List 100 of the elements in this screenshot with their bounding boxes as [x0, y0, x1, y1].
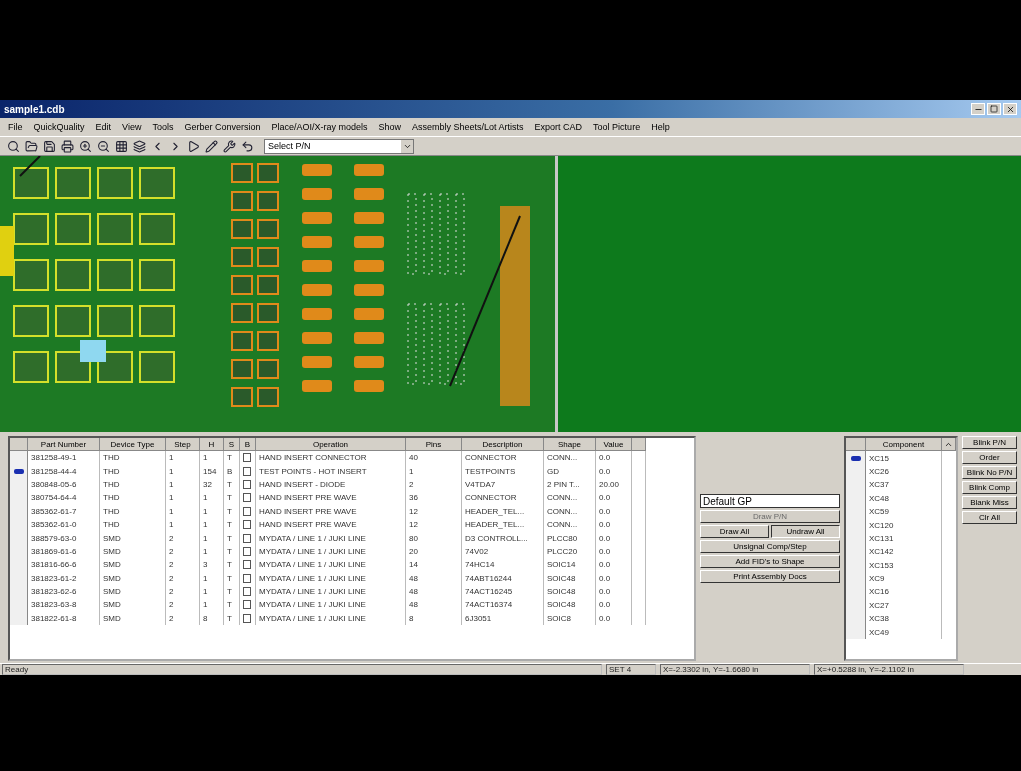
action-button[interactable]: Unsignal Comp/Step: [700, 540, 840, 553]
side-button[interactable]: Blink P/N: [962, 436, 1017, 449]
table-cell: 381816-66-6: [28, 558, 100, 572]
grid-icon[interactable]: [114, 138, 129, 154]
folder-icon[interactable]: [24, 138, 39, 154]
column-header[interactable]: Pins: [406, 438, 462, 451]
row-checkbox[interactable]: [243, 466, 251, 476]
table-cell: SMD: [100, 544, 166, 559]
row-checkbox[interactable]: [243, 587, 251, 597]
row-checkbox[interactable]: [243, 520, 251, 530]
part-number-dropdown[interactable]: Select P/N: [264, 138, 414, 154]
column-header[interactable]: Device Type: [100, 438, 166, 451]
draw-toggle-button[interactable]: Undraw All: [771, 525, 840, 538]
menu-item[interactable]: Tools: [152, 122, 174, 132]
component-item[interactable]: XC16: [866, 585, 942, 599]
row-checkbox[interactable]: [243, 479, 251, 489]
column-header[interactable]: Description: [462, 438, 544, 451]
row-checkbox[interactable]: [243, 613, 251, 623]
zoom-out-icon[interactable]: [96, 138, 111, 154]
menu-item[interactable]: Gerber Conversion: [184, 122, 261, 132]
component-item[interactable]: XC48: [866, 491, 942, 505]
table-cell: SOIC14: [544, 558, 596, 572]
side-button[interactable]: Blink No P/N: [962, 466, 1017, 479]
row-checkbox[interactable]: [243, 506, 251, 516]
table-cell: 381258-44-4: [28, 464, 100, 478]
column-header[interactable]: Component: [866, 438, 942, 451]
column-header[interactable]: B: [240, 438, 256, 451]
wrench-icon[interactable]: [222, 138, 237, 154]
menu-item[interactable]: Place/AOI/X-ray models: [271, 122, 368, 132]
side-button[interactable]: Clr All: [962, 511, 1017, 524]
menu-item[interactable]: QuickQuality: [33, 122, 85, 132]
table-cell: 36: [406, 491, 462, 505]
draw-toggle-button[interactable]: Draw All: [700, 525, 769, 538]
component-item[interactable]: XC153: [866, 558, 942, 572]
table-cell: 381823-61-2: [28, 571, 100, 585]
column-header[interactable]: H: [200, 438, 224, 451]
component-item[interactable]: XC9: [866, 571, 942, 586]
row-checkbox[interactable]: [243, 533, 251, 543]
component-item[interactable]: XC59: [866, 504, 942, 519]
column-header[interactable]: Operation: [256, 438, 406, 451]
component-item[interactable]: XC37: [866, 478, 942, 492]
side-button[interactable]: Blank Miss: [962, 496, 1017, 509]
close-button[interactable]: [1003, 103, 1017, 115]
component-item[interactable]: XC15: [866, 451, 942, 465]
menu-item[interactable]: File: [8, 122, 23, 132]
menu-item[interactable]: Export CAD: [534, 122, 583, 132]
menu-item[interactable]: Show: [378, 122, 402, 132]
table-cell: 1: [200, 451, 224, 465]
pencil-icon[interactable]: [204, 138, 219, 154]
row-checkbox[interactable]: [243, 493, 251, 503]
table-cell: 2: [166, 531, 200, 545]
row-checkbox[interactable]: [243, 600, 251, 610]
component-item[interactable]: XC26: [866, 464, 942, 479]
component-item[interactable]: XC49: [866, 625, 942, 639]
table-cell: 381822-61-8: [28, 611, 100, 626]
play-icon[interactable]: [186, 138, 201, 154]
menu-item[interactable]: View: [122, 122, 142, 132]
row-checkbox[interactable]: [243, 453, 251, 463]
table-cell: 80: [406, 531, 462, 545]
row-header[interactable]: [846, 451, 866, 465]
minimize-button[interactable]: [971, 103, 985, 115]
column-header[interactable]: Part Number: [28, 438, 100, 451]
table-cell: CONNECTOR: [462, 491, 544, 505]
column-header[interactable]: Shape: [544, 438, 596, 451]
component-item[interactable]: XC38: [866, 612, 942, 626]
maximize-icon: [990, 105, 998, 113]
column-header[interactable]: Value: [596, 438, 632, 451]
action-button[interactable]: Print Assembly Docs: [700, 570, 840, 583]
table-cell: B: [224, 464, 240, 478]
table-cell: 12: [406, 517, 462, 532]
menu-item[interactable]: Tool Picture: [593, 122, 641, 132]
table-cell: 0.0: [596, 531, 632, 545]
table-cell: 1: [200, 584, 224, 599]
component-item[interactable]: XC27: [866, 598, 942, 613]
current-row-arrow-icon: [850, 455, 861, 461]
row-checkbox[interactable]: [243, 573, 251, 583]
action-button[interactable]: Add FID's to Shape: [700, 555, 840, 568]
maximize-button[interactable]: [987, 103, 1001, 115]
layers-icon[interactable]: [132, 138, 147, 154]
component-item[interactable]: XC131: [866, 531, 942, 546]
side-button[interactable]: Blink Comp: [962, 481, 1017, 494]
row-checkbox[interactable]: [243, 560, 251, 570]
menu-item[interactable]: Assembly Sheets/Lot Artists: [412, 122, 524, 132]
side-button[interactable]: Order: [962, 451, 1017, 464]
gp-field[interactable]: Default GP: [700, 494, 840, 508]
table-cell: CONN...: [544, 504, 596, 518]
component-item[interactable]: XC142: [866, 545, 942, 559]
table-cell: SMD: [100, 611, 166, 626]
scroll-up-button[interactable]: [942, 438, 956, 451]
component-item[interactable]: XC120: [866, 518, 942, 532]
zoom-in-icon[interactable]: [78, 138, 93, 154]
column-header[interactable]: Step: [166, 438, 200, 451]
column-header[interactable]: S: [224, 438, 240, 451]
table-cell: GD: [544, 464, 596, 478]
search-icon[interactable]: [6, 138, 21, 154]
menu-item[interactable]: Help: [651, 122, 670, 132]
row-checkbox[interactable]: [243, 546, 251, 556]
menu-item[interactable]: Edit: [95, 122, 112, 132]
printer-icon[interactable]: [60, 138, 75, 154]
save-icon[interactable]: [42, 138, 57, 154]
